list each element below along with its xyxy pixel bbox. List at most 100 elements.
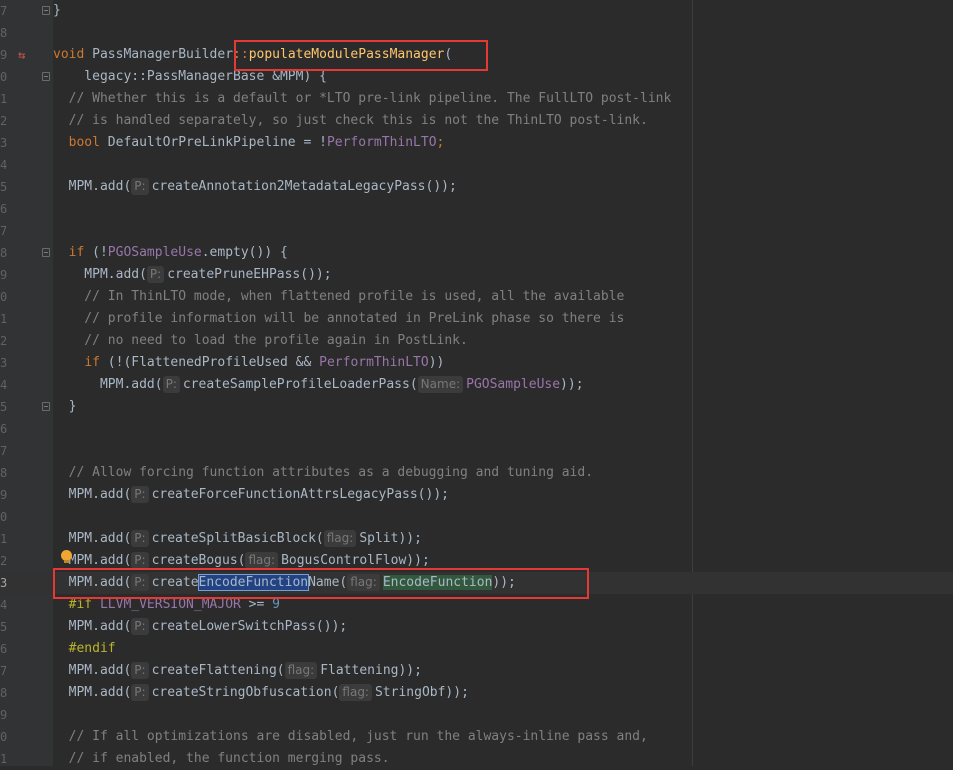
line-number: 0 — [0, 510, 8, 524]
code-token: && — [287, 355, 320, 370]
code-text: // Whether this is a default or *LTO pre… — [53, 88, 672, 110]
code-token: // no need to load the profile again in … — [53, 333, 468, 348]
line-number: 1 — [0, 752, 8, 766]
code-line[interactable]: 4 MPM.add(P: createSampleProfileLoaderPas… — [0, 374, 953, 396]
code-token: MPM.add( — [53, 685, 132, 700]
code-token: Flattening)); — [320, 663, 422, 678]
code-token: createForceFunctionAttrsLegacyPass()); — [151, 487, 449, 502]
code-line[interactable]: 8 // Allow forcing function attributes a… — [0, 462, 953, 484]
code-token: PassManagerBuilder — [92, 47, 234, 62]
code-text: } — [53, 0, 61, 22]
code-token: Split)); — [359, 531, 422, 546]
code-line[interactable]: 9 MPM.add(P: createForceFunctionAttrsLega… — [0, 484, 953, 506]
code-line[interactable]: 1 // Whether this is a default or *LTO p… — [0, 88, 953, 110]
code-token: PerformThinLTO — [326, 135, 437, 150]
code-line[interactable]: 8 if (!PGOSampleUse.empty()) { — [0, 242, 953, 264]
highlight-box-function-name — [234, 40, 488, 71]
code-token: legacy::PassManagerBase &MPM) { — [53, 69, 327, 84]
line-number: 8 — [0, 26, 8, 40]
inlay-hint: P: — [131, 552, 149, 569]
code-token: DefaultOrPreLinkPipeline = ! — [99, 135, 327, 150]
override-arrow-icon[interactable]: ⇆ — [18, 49, 25, 61]
code-token: createLowerSwitchPass()); — [151, 619, 348, 634]
code-text: MPM.add(P: createForceFunctionAttrsLegacy… — [53, 484, 449, 506]
code-text: } — [53, 396, 77, 418]
code-token: MPM.add( — [53, 663, 132, 678]
line-number: 0 — [0, 70, 8, 84]
fold-icon[interactable] — [42, 72, 50, 81]
code-line[interactable]: 0 // In ThinLTO mode, when flattened pro… — [0, 286, 953, 308]
code-token: MPM.add( — [53, 377, 163, 392]
code-token: // Whether this is a default or *LTO pre… — [53, 91, 672, 106]
code-line[interactable]: 1 // if enabled, the function merging pa… — [0, 748, 953, 770]
lightbulb-icon[interactable] — [61, 550, 72, 563]
line-number: 9 — [0, 488, 8, 502]
code-text: #endif — [53, 638, 116, 660]
code-line[interactable]: 7 — [0, 440, 953, 462]
code-line[interactable]: 1 // profile information will be annotat… — [0, 308, 953, 330]
code-line[interactable]: 6 — [0, 418, 953, 440]
code-token: createStringObfuscation( — [151, 685, 340, 700]
line-number: 2 — [0, 554, 8, 568]
line-number: 0 — [0, 290, 8, 304]
code-line[interactable]: 6 — [0, 198, 953, 220]
code-line[interactable]: 5 MPM.add(P: createLowerSwitchPass()); — [0, 616, 953, 638]
code-line[interactable]: 1 MPM.add(P: createSplitBasicBlock(flag: S… — [0, 528, 953, 550]
line-number: 9 — [0, 48, 8, 62]
code-line[interactable]: 3 if (!(FlattenedProfileUsed && PerformT… — [0, 352, 953, 374]
inlay-hint: P: — [131, 178, 149, 195]
code-token: .empty()) { — [201, 245, 288, 260]
code-line[interactable]: 2 // is handled separately, so just chec… — [0, 110, 953, 132]
code-text: MPM.add(P: createAnnotation2MetadataLegac… — [53, 176, 457, 198]
code-line[interactable]: 9 — [0, 704, 953, 726]
code-token: >= — [240, 597, 273, 612]
code-token: void — [53, 47, 93, 62]
code-token: if — [68, 245, 85, 260]
fold-icon[interactable] — [42, 248, 50, 257]
code-token: createSplitBasicBlock( — [151, 531, 324, 546]
code-line[interactable]: 0 — [0, 506, 953, 528]
code-text: MPM.add(P: createStringObfuscation(flag: S… — [53, 682, 469, 704]
code-text: if (!PGOSampleUse.empty()) { — [53, 242, 288, 264]
code-text: MPM.add(P: createFlattening(flag: Flatteni… — [53, 660, 422, 682]
code-token: MPM.add( — [53, 531, 132, 546]
code-text: MPM.add(P: createPruneEHPass()); — [53, 264, 332, 286]
code-line[interactable]: 2 // no need to load the profile again i… — [0, 330, 953, 352]
line-number: 5 — [0, 180, 8, 194]
code-token: createPruneEHPass()); — [167, 267, 332, 282]
inlay-hint: flag: — [284, 662, 318, 679]
line-number: 8 — [0, 686, 8, 700]
line-number: 6 — [0, 642, 8, 656]
code-line[interactable]: 6 #endif — [0, 638, 953, 660]
code-line[interactable]: 0 // If all optimizations are disabled, … — [0, 726, 953, 748]
code-line[interactable]: 5 MPM.add(P: createAnnotation2MetadataLeg… — [0, 176, 953, 198]
fold-icon[interactable] — [42, 402, 50, 411]
code-line[interactable]: 8 MPM.add(P: createStringObfuscation(flag… — [0, 682, 953, 704]
inlay-hint: P: — [131, 618, 149, 635]
code-line[interactable]: 9 MPM.add(P: createPruneEHPass()); — [0, 264, 953, 286]
code-line[interactable]: 7} — [0, 0, 953, 22]
code-token: bool — [68, 135, 100, 150]
line-number: 6 — [0, 202, 8, 216]
code-token: )) — [428, 355, 445, 370]
code-line[interactable]: 3 bool DefaultOrPreLinkPipeline = !Perfo… — [0, 132, 953, 154]
inlay-hint: P: — [131, 530, 149, 547]
line-number: 7 — [0, 224, 8, 238]
code-editor[interactable]: 7} 8 9 void PassManagerBuilder::populateMod… — [0, 0, 953, 766]
code-text: bool DefaultOrPreLinkPipeline = !Perform… — [53, 132, 445, 154]
code-token: PGOSampleUse — [107, 245, 202, 260]
inlay-hint: flag: — [323, 530, 357, 547]
code-line[interactable]: 7 — [0, 220, 953, 242]
code-text: // is handled separately, so just check … — [53, 110, 648, 132]
code-token: createSampleProfileLoaderPass( — [182, 377, 418, 392]
code-line[interactable]: 5 } — [0, 396, 953, 418]
line-number: 7 — [0, 4, 8, 18]
code-line[interactable]: 4 — [0, 154, 953, 176]
code-line[interactable]: 7 MPM.add(P: createFlattening(flag: Flatte… — [0, 660, 953, 682]
line-number: 4 — [0, 378, 8, 392]
code-text: // If all optimizations are disabled, ju… — [53, 726, 648, 748]
fold-icon[interactable] — [42, 6, 50, 15]
inlay-hint: flag: — [245, 552, 279, 569]
